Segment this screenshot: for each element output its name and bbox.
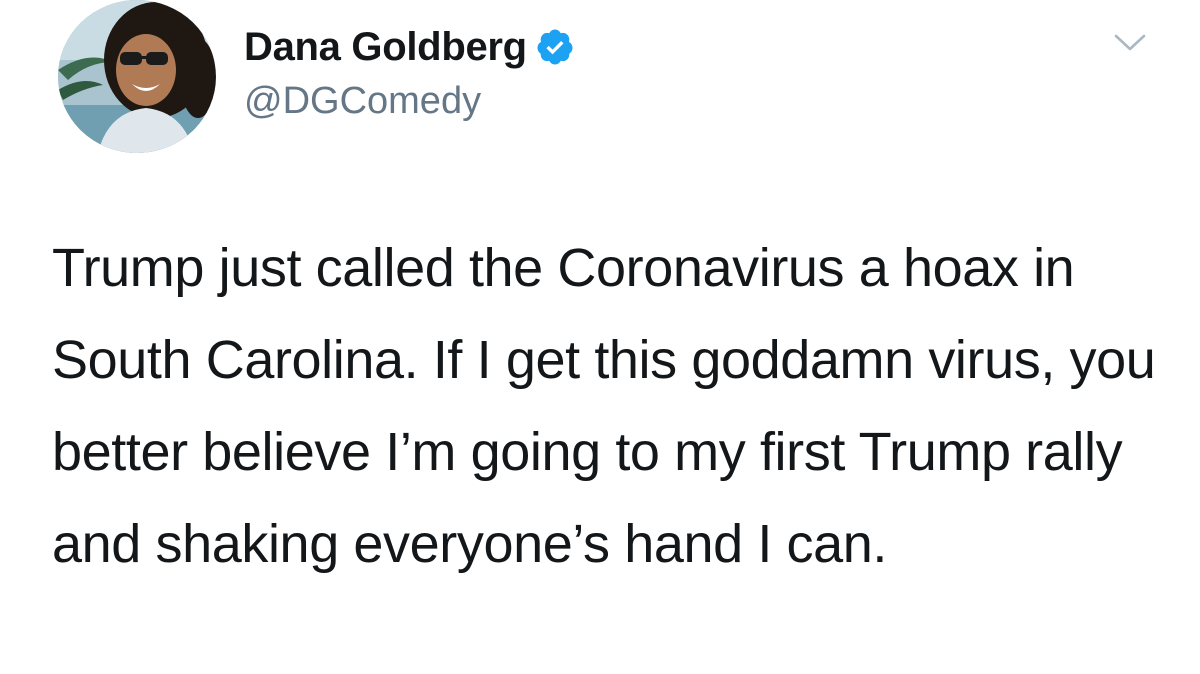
avatar[interactable]: [58, 0, 216, 153]
chevron-down-icon[interactable]: [1110, 28, 1150, 56]
author-name-row: Dana Goldberg: [244, 22, 575, 72]
display-name[interactable]: Dana Goldberg: [244, 25, 527, 70]
verified-badge-icon: [535, 27, 575, 67]
tweet-text: Trump just called the Coronavirus a hoax…: [52, 238, 1171, 574]
tweet-card: Dana Goldberg @DGComedy Trump just calle…: [0, 0, 1200, 674]
author-handle[interactable]: @DGComedy: [244, 80, 481, 123]
profile-photo-icon: [58, 0, 216, 153]
